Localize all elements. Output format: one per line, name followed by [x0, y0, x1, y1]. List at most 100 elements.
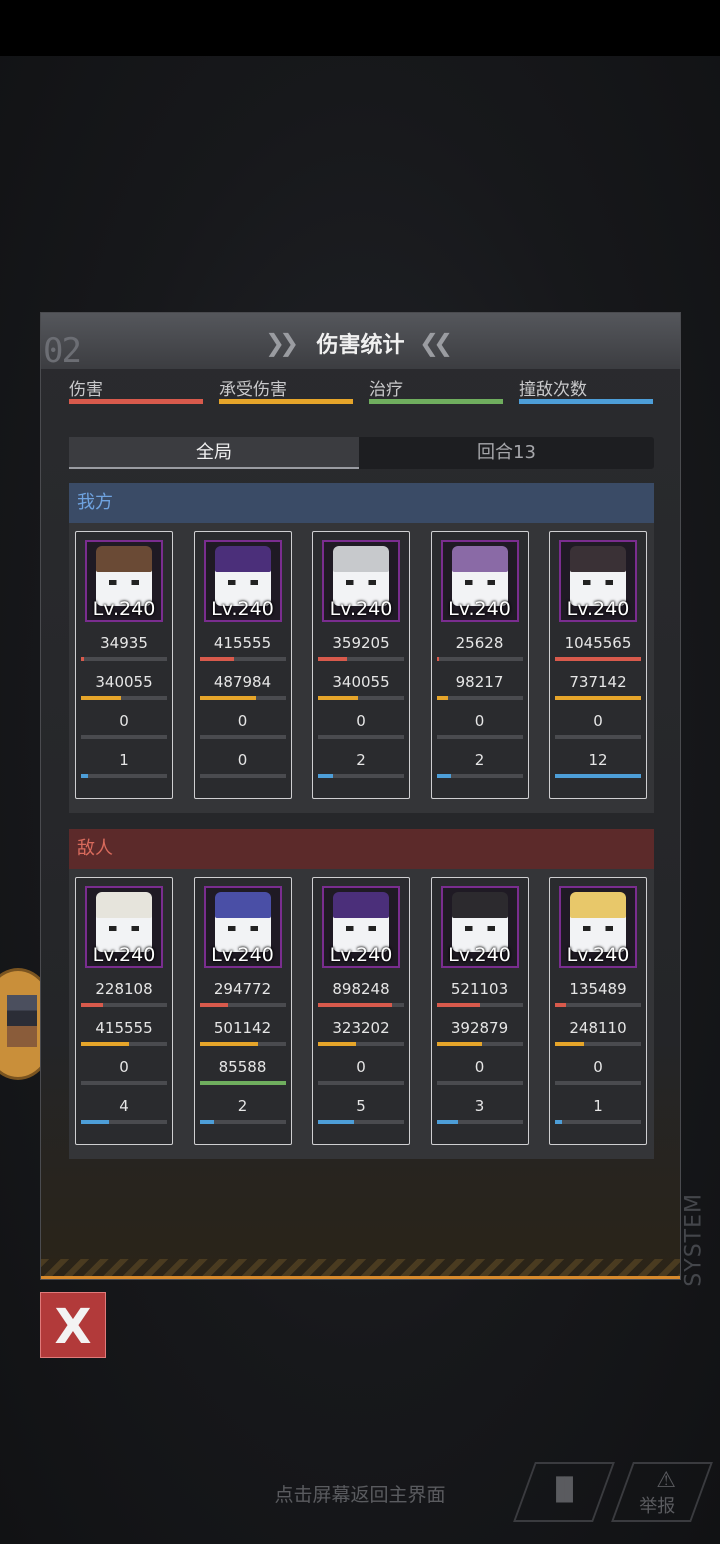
collision-count-value: 5	[356, 1097, 366, 1115]
legend-color-bar	[69, 399, 203, 404]
unit-level: Lv.240	[448, 598, 511, 620]
enemy-section-header: 敌人	[69, 829, 654, 869]
portrait-eyes	[346, 580, 376, 585]
collision-count-value: 1	[119, 751, 129, 769]
unit-card[interactable]: Lv.240 898248 323202 0 5	[312, 877, 410, 1145]
unit-card[interactable]: Lv.240 521103 392879 0 3	[430, 877, 529, 1145]
portrait-eyes	[583, 926, 613, 931]
damage-value: 135489	[569, 980, 627, 998]
ally-section-header: 我方	[69, 483, 654, 523]
tab-overall[interactable]: 全局	[69, 437, 359, 469]
stat-bar-fill	[436, 696, 448, 700]
stat-bar-fill	[199, 1120, 215, 1124]
stat-bar-fill	[555, 1003, 567, 1007]
unit-card[interactable]: Lv.240 294772 501142 85588 2	[193, 877, 292, 1145]
collision-count-value: 2	[356, 751, 366, 769]
enemy-unit-list: Lv.240 228108 415555 0 4 Lv.240 294772 501142 85…	[69, 869, 654, 1159]
portrait-hair	[451, 892, 508, 918]
damage-value: 228108	[95, 980, 153, 998]
damage-value: 294772	[213, 980, 272, 998]
unit-card[interactable]: Lv.240 228108 415555 0 4	[75, 877, 173, 1145]
stat-bar-track	[199, 1120, 286, 1124]
portrait-hair	[214, 546, 271, 572]
healing-value: 0	[356, 1058, 366, 1076]
unit-card[interactable]: Lv.240 34935 340055 0 1	[75, 531, 173, 799]
unit-level: Lv.240	[329, 944, 393, 966]
healing-value: 0	[237, 712, 248, 730]
stat-bar-fill	[199, 1003, 228, 1007]
healing-value: 0	[474, 1058, 485, 1076]
stat-bar-track	[318, 774, 404, 778]
legend-color-bar	[519, 399, 653, 404]
stat-bar-track	[436, 1003, 523, 1007]
collision-count-value: 0	[237, 751, 248, 769]
panel-header: 02 ❯❯ 伤害统计 ❮❮	[41, 313, 680, 371]
blue-hair-sunglasses-portrait: Lv.240	[203, 886, 282, 968]
report-label: 举报	[639, 1496, 676, 1517]
damage-value: 898248	[332, 980, 390, 998]
close-icon: X	[54, 1299, 92, 1355]
stat-bar-fill	[318, 1003, 392, 1007]
horned-black-hair-girl-portrait: Lv.240	[440, 886, 519, 968]
stat-bar-fill	[555, 1042, 585, 1046]
stat-bar-track	[81, 735, 167, 739]
unit-card[interactable]: Lv.240 415555 487984 0 0	[193, 531, 292, 799]
portrait-hair	[333, 892, 389, 918]
collision-count-value: 12	[588, 751, 608, 769]
status-bar	[0, 0, 720, 56]
portrait-eyes	[109, 926, 139, 931]
tab-round[interactable]: 回合13	[359, 437, 654, 469]
healing-value: 0	[593, 712, 603, 730]
stat-bar-track	[81, 696, 167, 700]
pixel-character-icon	[7, 995, 37, 1047]
healing-value: 85588	[218, 1058, 267, 1076]
portrait-eyes	[227, 580, 258, 585]
unit-card[interactable]: Lv.240 1045565 737142 0 12	[549, 531, 647, 799]
bar-chart-icon: ▐▌	[547, 1478, 582, 1503]
damage-taken-value: 323202	[332, 1019, 390, 1037]
collision-count-value: 1	[593, 1097, 603, 1115]
stat-bar-track	[436, 1081, 523, 1085]
stat-bar-fill	[318, 696, 358, 700]
stat-bar-track	[199, 1081, 286, 1085]
portrait-eyes	[109, 580, 139, 585]
stat-bar-track	[199, 1003, 286, 1007]
unit-card[interactable]: Lv.240 359205 340055 0 2	[312, 531, 410, 799]
stat-bar-fill	[555, 1120, 562, 1124]
legend-item: 承受伤害	[219, 375, 353, 407]
legend-label: 治疗	[369, 380, 403, 400]
unit-level: Lv.240	[92, 598, 156, 620]
portrait-hair	[96, 892, 152, 918]
stat-bar-track	[436, 735, 523, 739]
stat-bar-fill	[318, 774, 333, 778]
system-watermark: SYSTEM	[682, 1193, 707, 1287]
stat-bar-track	[199, 774, 286, 778]
stat-bar-fill	[555, 657, 641, 661]
damage-value: 521103	[450, 980, 509, 998]
stat-bar-track	[81, 1120, 167, 1124]
unit-level: Lv.240	[92, 944, 156, 966]
dark-hair-staff-girl-portrait: Lv.240	[559, 540, 637, 622]
damage-value: 25628	[455, 634, 504, 652]
stat-bar-track	[436, 1120, 523, 1124]
unit-level: Lv.240	[566, 598, 630, 620]
stat-bar-track	[199, 1042, 286, 1046]
unit-card[interactable]: Lv.240 25628 98217 0 2	[430, 531, 529, 799]
return-hint[interactable]: 点击屏幕返回主界面	[0, 1480, 720, 1507]
stat-bar-track	[199, 696, 286, 700]
portrait-eyes	[583, 580, 613, 585]
purple-dragon-portrait: Lv.240	[322, 886, 400, 968]
healing-value: 0	[119, 712, 129, 730]
panel-bottom-line	[41, 1276, 680, 1279]
unit-card[interactable]: Lv.240 135489 248110 0 1	[549, 877, 647, 1145]
close-button[interactable]: X	[40, 1292, 106, 1358]
unit-level: Lv.240	[329, 598, 393, 620]
portrait-eyes	[227, 926, 258, 931]
damage-taken-value: 248110	[569, 1019, 627, 1037]
blonde-girl-portrait: Lv.240	[559, 886, 637, 968]
unit-level: Lv.240	[566, 944, 630, 966]
legend-item: 伤害	[69, 375, 203, 407]
healing-value: 0	[593, 1058, 603, 1076]
panel-title: 伤害统计	[316, 333, 405, 358]
stat-bar-fill	[318, 1042, 356, 1046]
